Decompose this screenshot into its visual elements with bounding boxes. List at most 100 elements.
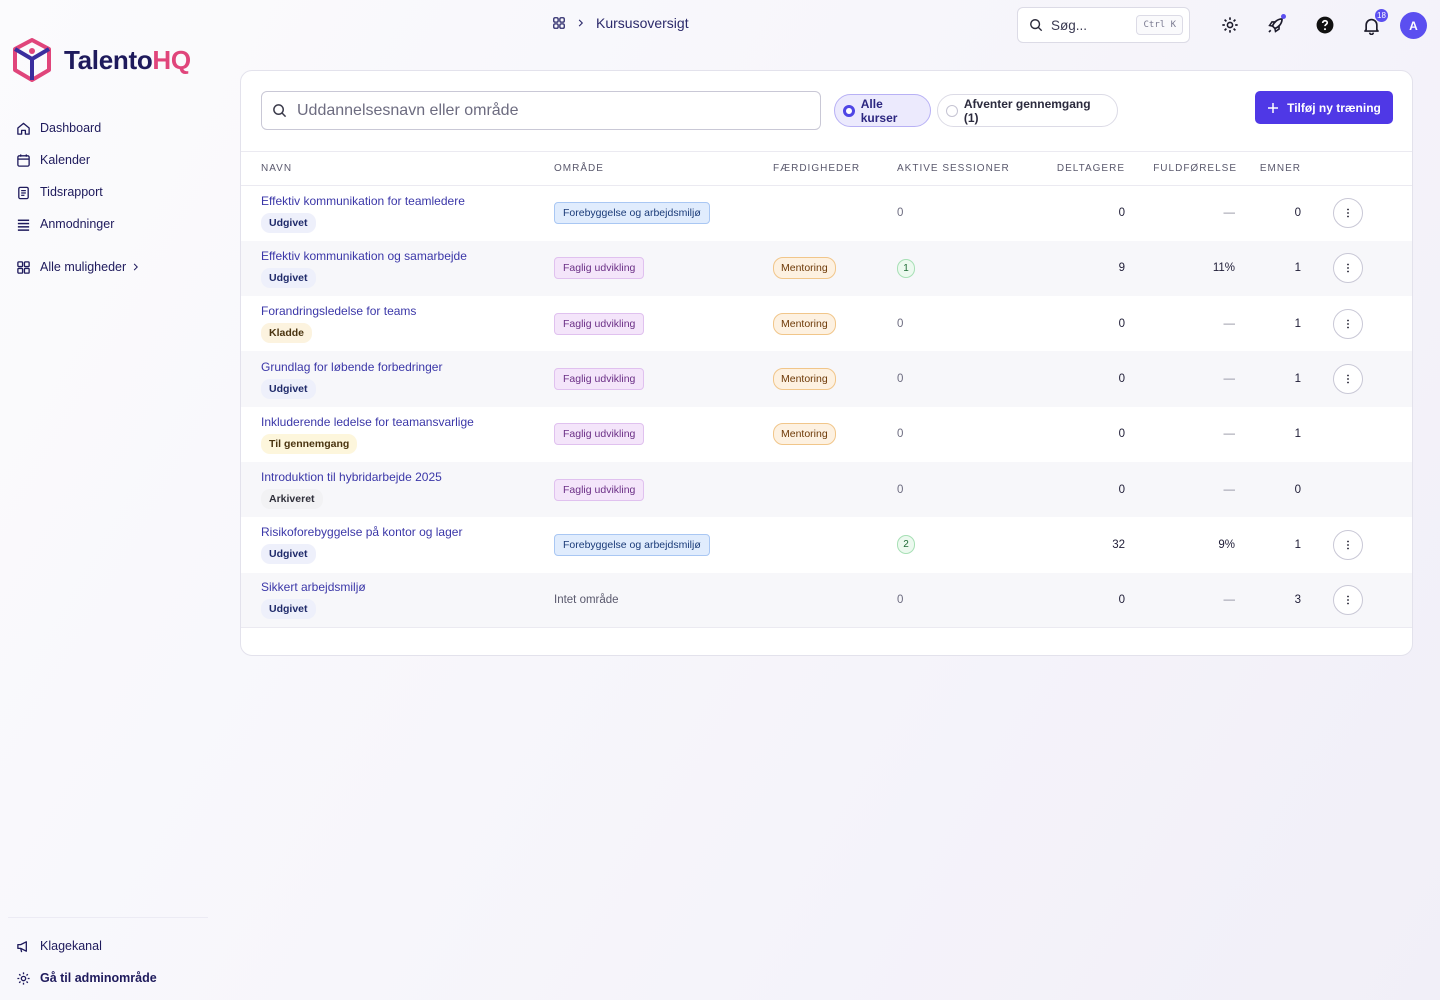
- status-badge: Udgivet: [261, 544, 316, 565]
- more-vertical-icon: [1347, 208, 1349, 218]
- cell-completion: —: [1135, 461, 1243, 518]
- sidebar-item-label: Klagekanal: [40, 939, 102, 953]
- cell-sessions: 2: [897, 517, 1029, 572]
- cell-skills: Mentoring: [773, 351, 897, 407]
- cell-actions: [1305, 461, 1412, 518]
- area-tag[interactable]: Faglig udvikling: [554, 312, 645, 335]
- sidebar-item-dashboard[interactable]: Dashboard: [16, 112, 216, 144]
- more-vertical-icon: [1347, 319, 1349, 329]
- skill-tag[interactable]: Mentoring: [773, 368, 836, 391]
- status-badge: Arkiveret: [261, 489, 323, 510]
- sidebar-item-adminomraade[interactable]: Gå til adminområde: [16, 962, 216, 994]
- sidebar-item-label: Alle muligheder: [40, 260, 127, 274]
- radio-empty-icon: [946, 104, 958, 117]
- cell-name: Sikkert arbejdsmiljø Udgivet: [241, 572, 554, 629]
- column-header-completion[interactable]: FULDFØRELSE: [1135, 151, 1243, 186]
- table-row[interactable]: Forandringsledelse for teams Kladde Fagl…: [241, 296, 1412, 351]
- column-header-area[interactable]: OMRÅDE: [554, 151, 773, 186]
- sidebar-nav: Dashboard Kalender Tidsrapport Anmodning…: [16, 112, 216, 283]
- global-search[interactable]: Søg... Ctrl K: [1017, 7, 1190, 43]
- help-icon: [1316, 16, 1334, 34]
- course-name-link[interactable]: Forandringsledelse for teams: [261, 304, 554, 318]
- filter-pending-review[interactable]: Afventer gennemgang (1): [937, 94, 1118, 127]
- cell-participants: 9: [1029, 240, 1135, 297]
- table-row[interactable]: Effektiv kommunikation for teamledere Ud…: [241, 186, 1412, 241]
- avatar[interactable]: A: [1400, 12, 1427, 39]
- course-name-link[interactable]: Effektiv kommunikation og samarbejde: [261, 249, 554, 263]
- course-search-input[interactable]: Uddannelsesnavn eller område: [261, 91, 821, 130]
- course-name-link[interactable]: Inkluderende ledelse for teamansvarlige: [261, 415, 554, 429]
- row-menu-button[interactable]: [1333, 584, 1363, 615]
- course-table: NAVN OMRÅDE FÆRDIGHEDER AKTIVE SESSIONER…: [241, 151, 1412, 629]
- column-header-participants[interactable]: DELTAGERE: [1029, 151, 1135, 186]
- more-vertical-icon: [1347, 540, 1349, 550]
- course-name-link[interactable]: Grundlag for løbende forbedringer: [261, 360, 554, 374]
- area-tag[interactable]: Forebyggelse og arbejdsmiljø: [554, 533, 710, 556]
- row-menu-button[interactable]: [1333, 364, 1363, 395]
- sidebar-item-label: Gå til adminområde: [40, 971, 157, 985]
- cell-area: Faglig udvikling: [554, 461, 773, 518]
- cell-participants: 0: [1118, 207, 1125, 220]
- grid-icon[interactable]: [552, 16, 566, 30]
- cell-topics: 0: [1294, 207, 1301, 220]
- table-row[interactable]: Inkluderende ledelse for teamansvarlige …: [241, 407, 1412, 462]
- row-menu-button[interactable]: [1333, 253, 1363, 284]
- cell-completion: —: [1223, 207, 1236, 220]
- status-badge: Udgivet: [261, 599, 316, 620]
- skill-tag[interactable]: Mentoring: [773, 312, 836, 335]
- sidebar-item-kalender[interactable]: Kalender: [16, 144, 216, 176]
- cell-skills: [773, 186, 897, 241]
- home-icon: [17, 122, 30, 135]
- rocket-button[interactable]: [1264, 14, 1286, 36]
- cell-completion: —: [1223, 428, 1236, 441]
- cell-topics: 1: [1294, 428, 1301, 441]
- skill-tag[interactable]: Mentoring: [773, 423, 836, 446]
- column-header-skills[interactable]: FÆRDIGHEDER: [773, 151, 897, 186]
- active-sessions-value: 0: [897, 483, 904, 496]
- area-tag[interactable]: Faglig udvikling: [554, 423, 645, 446]
- area-tag[interactable]: Faglig udvikling: [554, 368, 645, 391]
- table-row[interactable]: Introduktion til hybridarbejde 2025 Arki…: [241, 461, 1412, 518]
- sidebar-item-klagekanal[interactable]: Klagekanal: [16, 930, 216, 962]
- add-training-button[interactable]: Tilføj ny træning: [1255, 91, 1393, 124]
- cell-name: Inkluderende ledelse for teamansvarlige …: [241, 407, 554, 462]
- more-vertical-icon: [1347, 264, 1349, 273]
- cell-area: Faglig udvikling: [554, 296, 773, 351]
- table-row[interactable]: Grundlag for løbende forbedringer Udgive…: [241, 351, 1412, 407]
- cell-sessions: 0: [897, 407, 1029, 462]
- notifications-button[interactable]: 18: [1360, 9, 1388, 36]
- table-row[interactable]: Sikkert arbejdsmiljø Udgivet Intet områd…: [241, 572, 1412, 629]
- area-tag[interactable]: Faglig udvikling: [554, 257, 645, 280]
- status-badge: Udgivet: [261, 267, 316, 288]
- sidebar-item-label: Anmodninger: [40, 217, 115, 231]
- row-menu-button[interactable]: [1333, 529, 1363, 560]
- cell-participants: 0: [1029, 461, 1135, 518]
- sidebar-item-anmodninger[interactable]: Anmodninger: [16, 208, 216, 240]
- skill-tag[interactable]: Mentoring: [773, 257, 836, 280]
- active-sessions-badge[interactable]: 1: [897, 258, 915, 278]
- course-name-link[interactable]: Introduktion til hybridarbejde 2025: [261, 470, 554, 484]
- column-header-name[interactable]: NAVN: [241, 151, 554, 186]
- cell-skills: [773, 517, 897, 572]
- sidebar-item-tidsrapport[interactable]: Tidsrapport: [16, 176, 216, 208]
- sidebar-item-alle-muligheder[interactable]: Alle muligheder: [16, 251, 216, 283]
- app-logo[interactable]: TalentoHQ: [12, 38, 191, 82]
- status-badge: Kladde: [261, 323, 313, 344]
- filter-all-courses[interactable]: Alle kurser: [834, 94, 931, 127]
- active-sessions-badge[interactable]: 2: [897, 535, 915, 555]
- area-tag[interactable]: Forebyggelse og arbejdsmiljø: [554, 202, 710, 225]
- course-name-link[interactable]: Risikoforebyggelse på kontor og lager: [261, 525, 554, 539]
- clipboard-icon: [18, 186, 29, 199]
- cell-actions: [1305, 296, 1412, 351]
- table-row[interactable]: Risikoforebyggelse på kontor og lager Ud…: [241, 517, 1412, 572]
- settings-button[interactable]: [1219, 14, 1241, 36]
- column-header-topics[interactable]: EMNER: [1243, 151, 1305, 186]
- row-menu-button[interactable]: [1333, 308, 1363, 339]
- course-name-link[interactable]: Effektiv kommunikation for teamledere: [261, 194, 554, 208]
- area-tag[interactable]: Faglig udvikling: [554, 478, 645, 501]
- column-header-sessions[interactable]: AKTIVE SESSIONER: [897, 151, 1029, 186]
- help-button[interactable]: [1314, 14, 1336, 36]
- course-name-link[interactable]: Sikkert arbejdsmiljø: [261, 580, 554, 594]
- row-menu-button[interactable]: [1333, 198, 1363, 229]
- table-row[interactable]: Effektiv kommunikation og samarbejde Udg…: [241, 240, 1412, 297]
